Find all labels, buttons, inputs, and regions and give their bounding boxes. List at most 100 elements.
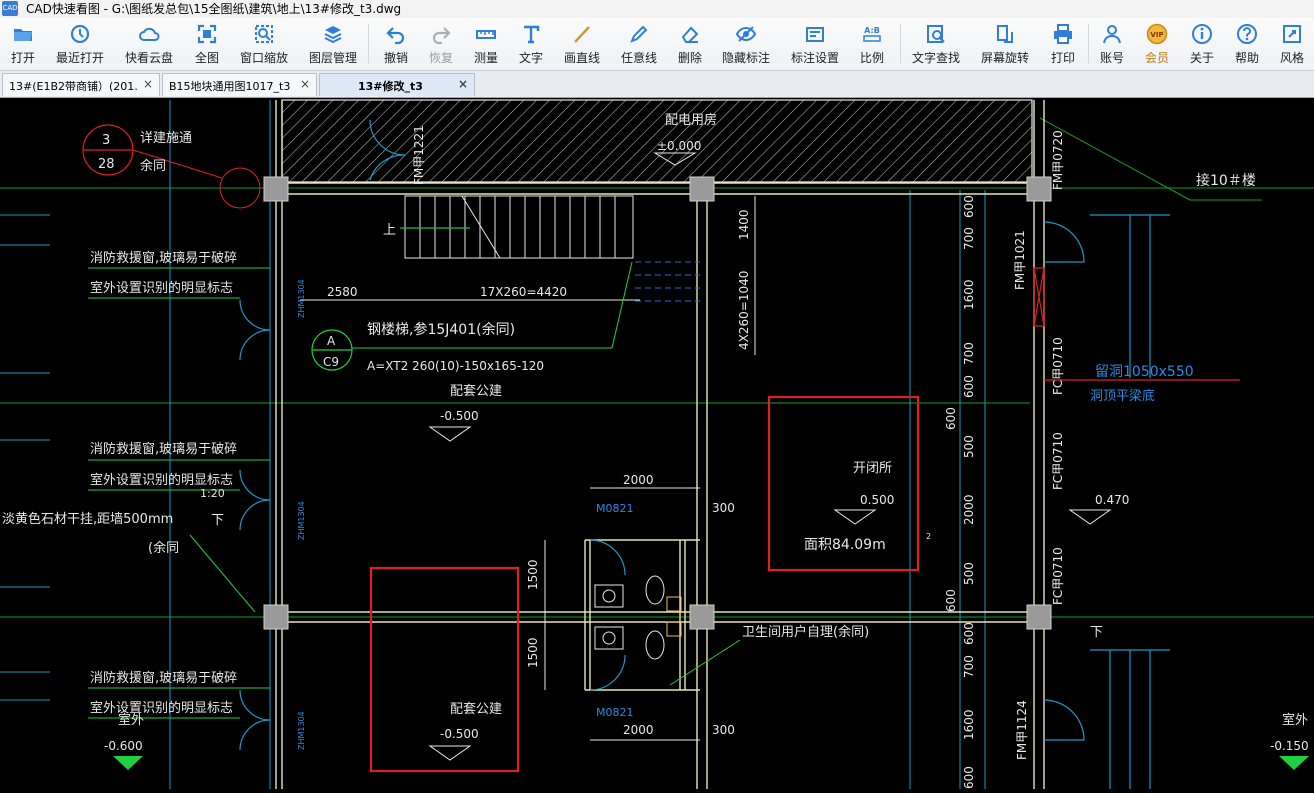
app-icon: CAD bbox=[2, 1, 18, 16]
dim-vertical: 2000 bbox=[962, 494, 976, 525]
user-icon bbox=[1103, 25, 1121, 44]
redo-button[interactable]: 恢复 bbox=[427, 18, 455, 70]
account-button[interactable]: 账号 bbox=[1098, 18, 1126, 70]
vip-icon-text: VIP bbox=[1150, 31, 1163, 39]
window-tag: ZHM1304 bbox=[297, 501, 306, 540]
stone-cladding-note-2: (余同 bbox=[148, 540, 179, 556]
line-button[interactable]: 画直线 bbox=[563, 18, 601, 70]
recent-label: 最近打开 bbox=[55, 51, 104, 65]
document-tabbar: 13#(E1B2带商铺）(201… × B15地块通用图1017_t3 × 13… bbox=[0, 71, 1314, 98]
freeline-button[interactable]: 任意线 bbox=[620, 18, 658, 70]
dim-vertical: 600 bbox=[962, 622, 976, 645]
style-icon bbox=[1283, 25, 1301, 43]
door-fc0710-3: FC甲0710 bbox=[1051, 547, 1065, 605]
window-zoom-button[interactable]: 窗口缩放 bbox=[240, 18, 288, 70]
vip-button[interactable]: VIP 会员 bbox=[1143, 18, 1171, 70]
to-building-10: 接10＃楼 bbox=[1196, 172, 1256, 189]
printer-icon bbox=[1054, 24, 1072, 44]
toolbar-divider bbox=[368, 24, 369, 64]
stair-break bbox=[461, 195, 501, 259]
door-fm1124: FM甲1124 bbox=[1015, 700, 1029, 760]
close-icon[interactable]: × bbox=[458, 77, 468, 91]
find-text-label: 文字查找 bbox=[911, 51, 960, 65]
window-tag: ZHM1304 bbox=[297, 279, 306, 318]
support-room-2-label: 配套公建 bbox=[450, 701, 502, 717]
text-button[interactable]: 文字 bbox=[517, 18, 545, 70]
rescue-window-1b: 室外设置识别的明显标志 bbox=[90, 280, 233, 296]
cloud-button[interactable]: 快看云盘 bbox=[125, 18, 173, 70]
dim-vertical: 600 bbox=[962, 766, 976, 789]
detail-text-2: 余同 bbox=[140, 158, 166, 174]
freeline-label: 任意线 bbox=[620, 51, 657, 65]
toolbar-divider bbox=[900, 24, 901, 64]
rotate-screen-button[interactable]: 屏幕旋转 bbox=[981, 18, 1029, 70]
undo-button[interactable]: 撤销 bbox=[382, 18, 410, 70]
dim-vertical: 500 bbox=[962, 435, 976, 458]
scale-icon: A:B bbox=[863, 26, 881, 42]
layers-button[interactable]: 图层管理 bbox=[308, 18, 358, 70]
dim-300-bottom: 300 bbox=[712, 723, 735, 737]
dim-1500-bottom: 1500 bbox=[526, 637, 540, 668]
delete-button[interactable]: 删除 bbox=[676, 18, 704, 70]
measure-button[interactable]: 测量 bbox=[472, 18, 500, 70]
stone-leader bbox=[189, 534, 256, 613]
door-fc0710-2: FC甲0710 bbox=[1051, 432, 1065, 490]
find-icon bbox=[927, 25, 945, 43]
delete-label: 删除 bbox=[677, 51, 702, 65]
dim-300-top: 300 bbox=[712, 501, 735, 515]
account-label: 账号 bbox=[1099, 51, 1124, 65]
rescue-window-1a: 消防救援窗,玻璃易于破碎 bbox=[90, 250, 237, 266]
dim-vertical: 600 bbox=[962, 195, 976, 218]
help-button[interactable]: 帮助 bbox=[1233, 18, 1261, 70]
door-fm0720: FM甲0720 bbox=[1051, 130, 1065, 190]
fit-screen-icon bbox=[197, 24, 217, 44]
about-button[interactable]: 关于 bbox=[1188, 18, 1216, 70]
fit-button[interactable]: 全图 bbox=[194, 18, 220, 70]
rescue-window-3b: 室外设置识别的明显标志 bbox=[90, 700, 233, 716]
door-m0821-bottom: M0821 bbox=[596, 706, 634, 719]
scale-button[interactable]: A:B 比例 bbox=[858, 18, 886, 70]
dim-vertical: 600 bbox=[962, 375, 976, 398]
line-icon bbox=[574, 26, 590, 43]
help-label: 帮助 bbox=[1234, 51, 1259, 65]
undo-label: 撤销 bbox=[383, 51, 408, 65]
ruler-icon bbox=[476, 30, 496, 39]
detail-text-1: 详建施通 bbox=[140, 131, 192, 146]
print-button[interactable]: 打印 bbox=[1049, 18, 1077, 70]
outdoor-level-marker-left bbox=[113, 756, 143, 770]
outdoor-left-elevation: -0.600 bbox=[104, 739, 143, 753]
layers-label: 图层管理 bbox=[308, 51, 357, 65]
open-button[interactable]: 打开 bbox=[8, 18, 38, 70]
tab-13-modified[interactable]: 13#修改_t3 × bbox=[319, 73, 475, 96]
scale-label: 比例 bbox=[859, 51, 884, 65]
area-superscript: 2 bbox=[926, 532, 931, 541]
dim-2000-bottom: 2000 bbox=[623, 723, 654, 737]
find-text-button[interactable]: 文字查找 bbox=[912, 18, 960, 70]
tab-b15[interactable]: B15地块通用图1017_t3 × bbox=[162, 73, 317, 96]
detail-number: 3 bbox=[102, 133, 110, 148]
window-title: CAD快速看图 - G:\图纸发总包\15全图纸\建筑\地上\13#修改_t3.… bbox=[26, 2, 402, 16]
recent-button[interactable]: 最近打开 bbox=[56, 18, 104, 70]
line-label: 画直线 bbox=[563, 51, 600, 65]
rescue-window-3a: 消防救援窗,玻璃易于破碎 bbox=[90, 670, 237, 686]
settings-icon bbox=[806, 27, 824, 42]
annotation-settings-button[interactable]: 标注设置 bbox=[791, 18, 839, 70]
window-tag: ZHM1304 bbox=[297, 711, 306, 750]
close-icon[interactable]: × bbox=[143, 77, 153, 91]
style-button[interactable]: 风格 bbox=[1278, 18, 1306, 70]
outdoor-left-label: 室外 bbox=[118, 712, 144, 728]
tab-13-e1b2[interactable]: 13#(E1B2带商铺）(201… × bbox=[2, 73, 160, 96]
rescue-window-2a: 消防救援窗,玻璃易于破碎 bbox=[90, 441, 237, 457]
door-m0821-top: M0821 bbox=[596, 502, 634, 515]
drawing-canvas[interactable]: 配电用房 ±0.000 FM甲1221 FM甲0720 接10＃楼 3 28 详… bbox=[0, 97, 1314, 789]
cad-drawing[interactable]: 配电用房 ±0.000 FM甲1221 FM甲0720 接10＃楼 3 28 详… bbox=[0, 97, 1314, 789]
layers-icon bbox=[324, 26, 342, 44]
rescue-window-2b: 室外设置识别的明显标志 bbox=[90, 472, 233, 488]
hide-annotations-button[interactable]: 隐藏标注 bbox=[722, 18, 770, 70]
toolbar-divider bbox=[1088, 24, 1089, 64]
close-icon[interactable]: × bbox=[300, 77, 310, 91]
dim-vertical: 700 bbox=[962, 655, 976, 678]
dim-vertical: 500 bbox=[962, 562, 976, 585]
door-fm1021: FM甲1021 bbox=[1013, 230, 1027, 290]
undo-icon bbox=[386, 27, 405, 45]
